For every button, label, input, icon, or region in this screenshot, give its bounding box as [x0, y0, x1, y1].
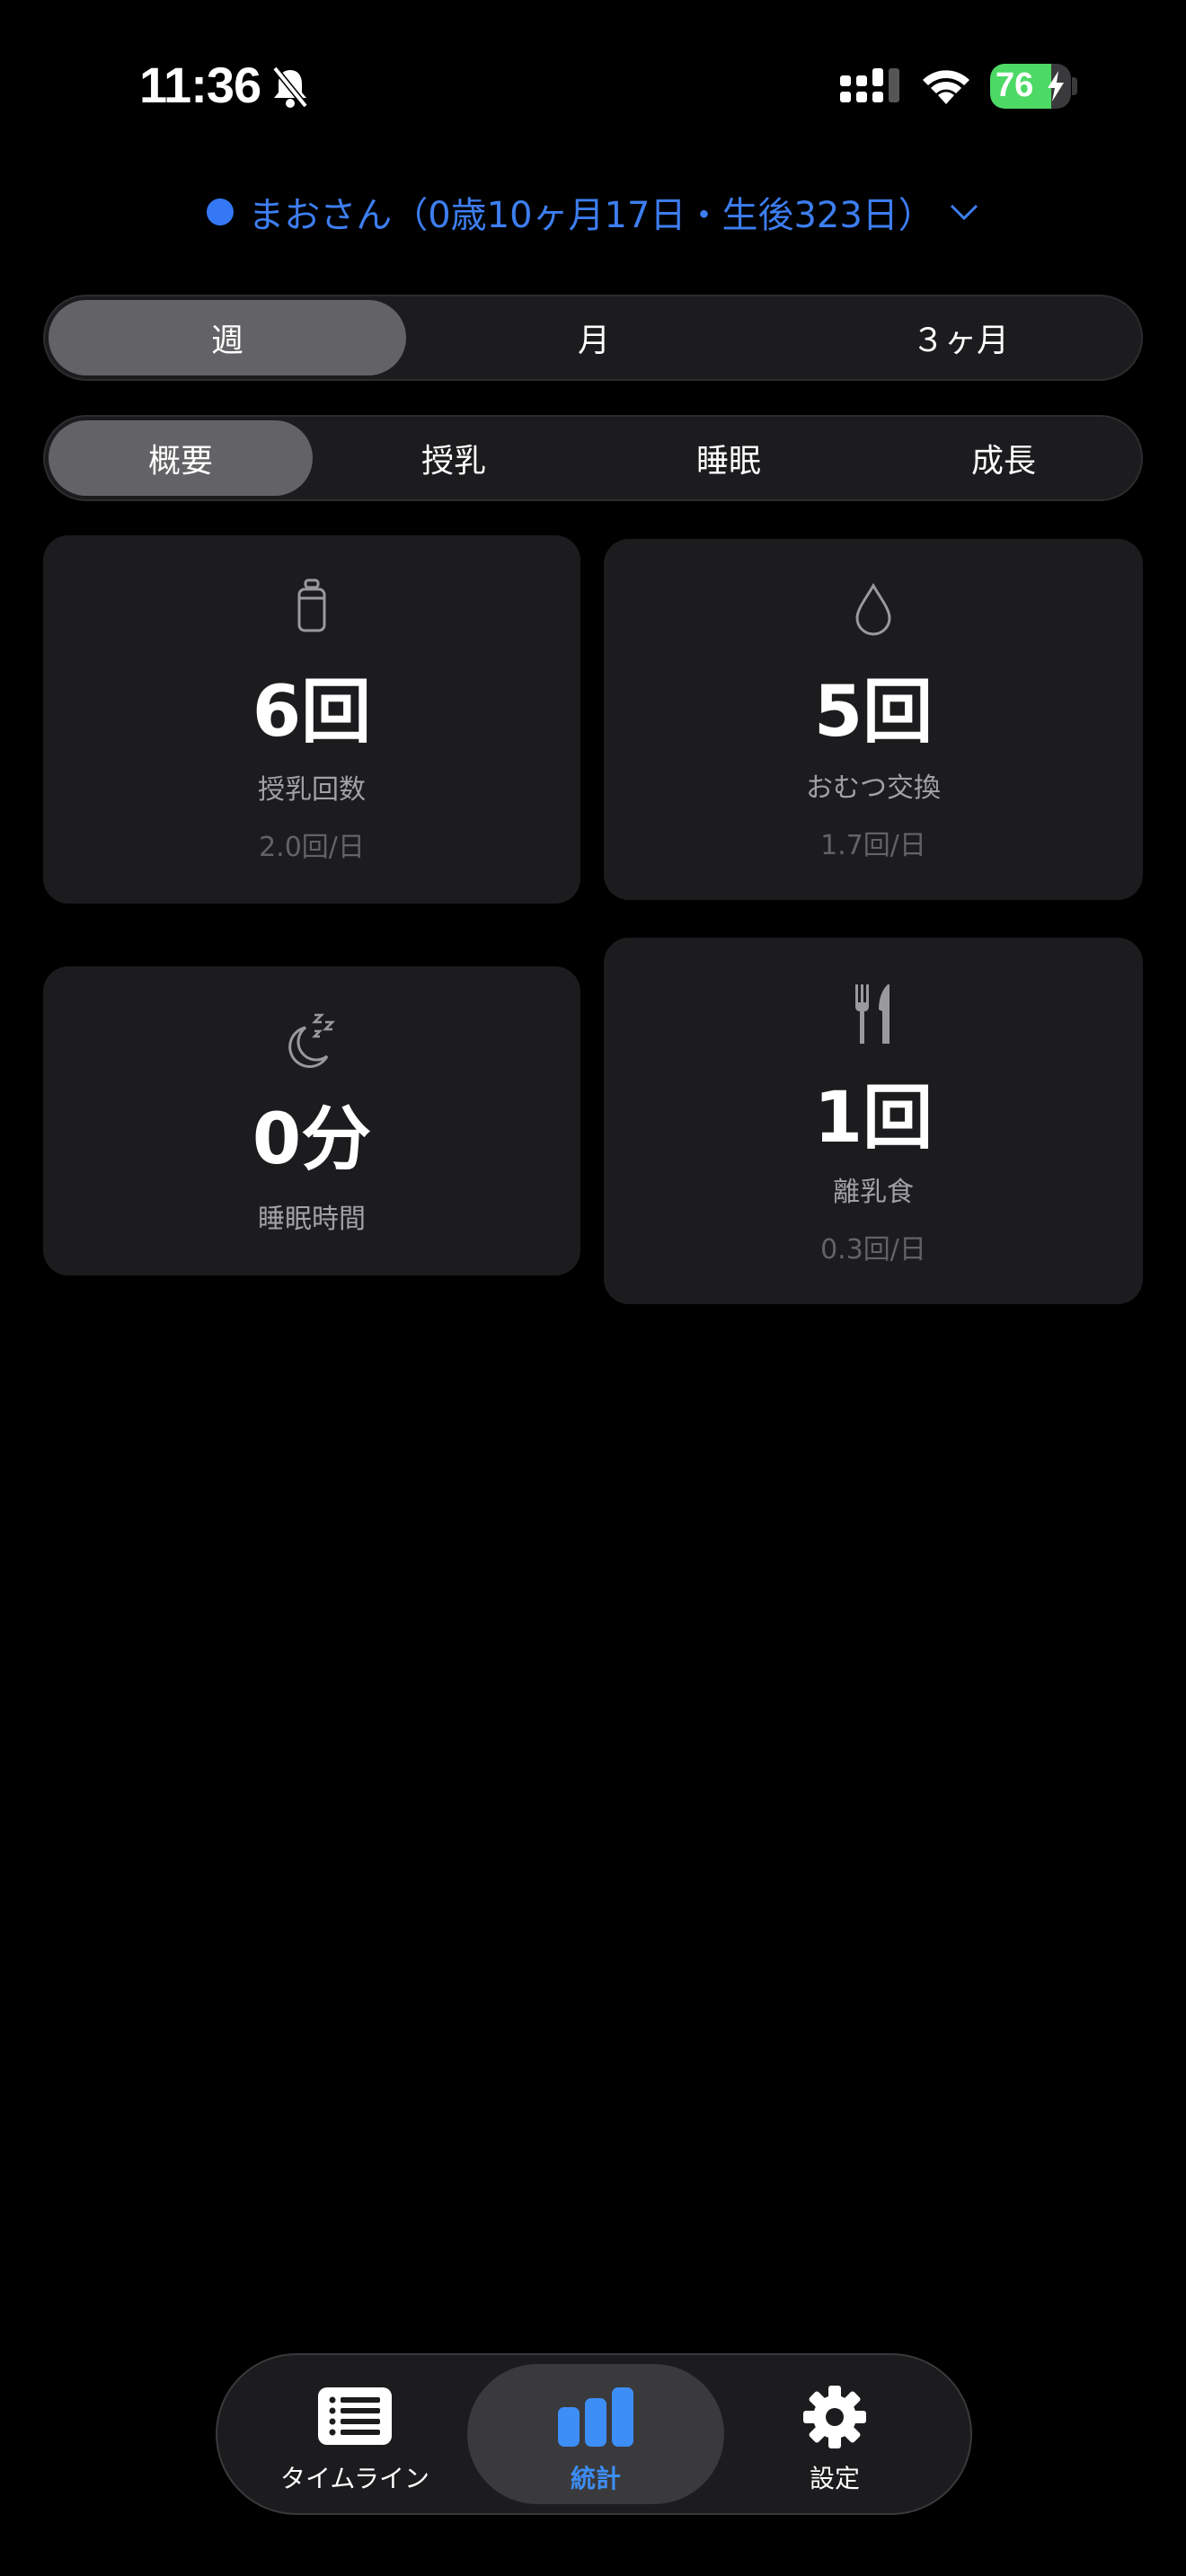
feeding-count-card[interactable]: 6回 授乳回数 2.0回/日: [43, 535, 580, 904]
bottom-tab-bar: タイムライン 統計 設定: [216, 2353, 972, 2515]
bolt-icon: [1048, 71, 1064, 101]
tab-growth[interactable]: 成長: [872, 420, 1136, 496]
child-name-label: まおさん（0歳10ヶ月17日・生後323日）: [248, 195, 934, 236]
feeding-per-day: 2.0回/日: [259, 832, 365, 863]
baby-food-value: 1回: [813, 1078, 934, 1159]
tab-sleep[interactable]: 睡眠: [597, 420, 861, 496]
tab-stats[interactable]: 統計: [467, 2364, 724, 2504]
sleep-time-card[interactable]: 0分 睡眠時間: [43, 966, 580, 1275]
bar-chart-icon: [558, 2387, 633, 2447]
feeding-count-value: 6回: [252, 672, 372, 753]
tab-week[interactable]: 週: [49, 300, 406, 375]
moon-zzz-icon: [288, 1013, 336, 1068]
tab-settings[interactable]: 設定: [706, 2364, 963, 2504]
sleep-time-value: 0分: [252, 1099, 372, 1180]
tab-month[interactable]: 月: [415, 300, 773, 375]
feeding-count-label: 授乳回数: [258, 774, 366, 806]
list-icon: [318, 2387, 392, 2445]
diaper-change-value: 5回: [813, 672, 934, 753]
tab-settings-label: 設定: [809, 2464, 860, 2493]
child-color-dot: [207, 198, 235, 225]
baby-food-per-day: 0.3回/日: [820, 1234, 926, 1266]
bottle-icon: [297, 578, 326, 632]
tab-timeline-label: タイムライン: [279, 2464, 430, 2493]
tab-feeding[interactable]: 授乳: [322, 420, 586, 496]
wifi-icon: [923, 70, 969, 104]
battery-level: 76: [996, 66, 1034, 104]
child-selector[interactable]: まおさん（0歳10ヶ月17日・生後323日）: [0, 183, 1186, 241]
tab-3-months[interactable]: ３ヶ月: [782, 300, 1139, 375]
tab-stats-label: 統計: [570, 2464, 621, 2493]
chevron-down-icon: [950, 204, 978, 221]
drop-icon: [855, 582, 891, 636]
tab-timeline[interactable]: タイムライン: [226, 2364, 483, 2504]
gear-icon: [803, 2386, 866, 2448]
diaper-change-card[interactable]: 5回 おむつ交換 1.7回/日: [604, 539, 1143, 900]
period-segmented-control: 週 月 ３ヶ月: [43, 295, 1143, 381]
baby-food-label: 離乳食: [833, 1177, 914, 1208]
category-segmented-control: 概要 授乳 睡眠 成長: [43, 415, 1143, 501]
battery-indicator: 76: [990, 64, 1071, 109]
fork-knife-icon: [855, 984, 890, 1044]
stats-screen: 11:36 76 まおさん（0歳10ヶ月17日・生後323日） 週 月 ３ヶ月 …: [0, 0, 1186, 2576]
tab-overview[interactable]: 概要: [49, 420, 313, 496]
diaper-change-label: おむつ交換: [806, 772, 941, 804]
sleep-time-label: 睡眠時間: [258, 1204, 366, 1235]
bell-slash-icon: [272, 66, 308, 109]
baby-food-card[interactable]: 1回 離乳食 0.3回/日: [604, 938, 1143, 1304]
diaper-per-day: 1.7回/日: [820, 830, 926, 861]
status-time: 11:36: [139, 57, 261, 113]
cellular-signal-icon: [840, 68, 899, 102]
battery-cap: [1072, 77, 1077, 95]
